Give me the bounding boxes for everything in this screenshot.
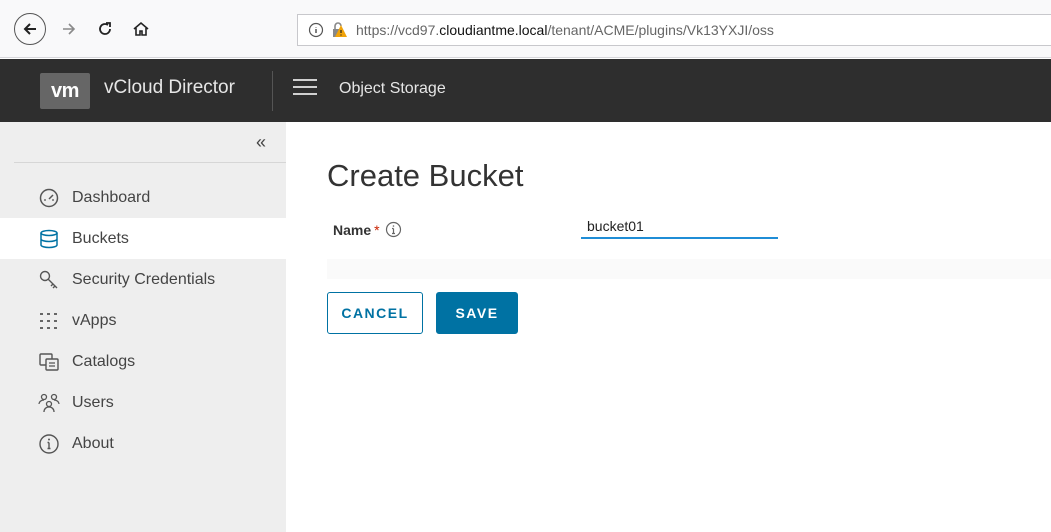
insecure-lock-icon[interactable] (330, 21, 348, 39)
back-button[interactable] (14, 13, 46, 45)
sidebar-item-dashboard[interactable]: Dashboard (0, 177, 286, 218)
app-header: vm vCloud Director Object Storage (0, 59, 1051, 122)
app-title[interactable]: vCloud Director (104, 77, 235, 99)
sidebar-item-label: Dashboard (72, 188, 151, 206)
bucket-name-input[interactable] (581, 214, 778, 239)
header-section-title: Object Storage (339, 80, 446, 97)
database-icon (38, 228, 60, 250)
url-prefix: https://vcd97. (356, 22, 440, 38)
hamburger-menu-icon[interactable] (293, 79, 317, 101)
browser-toolbar: https://vcd97.cloudiantme.local/tenant/A… (0, 0, 1051, 58)
sidebar-item-buckets[interactable]: Buckets (0, 218, 286, 259)
sidebar-item-security-credentials[interactable]: Security Credentials (0, 259, 286, 300)
header-divider (272, 71, 273, 111)
dashboard-icon (38, 187, 60, 209)
sidebar-item-label: Buckets (72, 229, 129, 247)
name-label-text: Name (333, 221, 372, 238)
info-icon[interactable] (308, 22, 324, 38)
forward-button[interactable] (56, 14, 82, 44)
url-path: /tenant/ACME/plugins/Vk13YXJI/oss (547, 22, 774, 38)
sidebar-item-vapps[interactable]: vApps (0, 300, 286, 341)
sidebar-item-catalogs[interactable]: Catalogs (0, 341, 286, 382)
sidebar-item-label: vApps (72, 311, 117, 329)
url-host: cloudiantme.local (439, 22, 548, 38)
home-icon (133, 21, 149, 36)
required-marker: * (374, 221, 380, 238)
arrow-left-icon (23, 23, 36, 35)
sidebar-item-about[interactable]: About (0, 423, 286, 464)
collapse-sidebar-icon[interactable]: « (256, 132, 266, 153)
sidebar: « Dashboard Buckets Security Credentials… (0, 122, 286, 532)
cancel-button[interactable]: CANCEL (327, 292, 423, 334)
info-icon (38, 433, 60, 455)
reload-button[interactable] (92, 14, 118, 44)
address-bar[interactable]: https://vcd97.cloudiantme.local/tenant/A… (297, 14, 1051, 46)
arrow-right-icon (63, 23, 76, 35)
form-spacer (327, 259, 1051, 279)
info-icon[interactable] (385, 221, 402, 238)
vapps-grid-icon (38, 310, 60, 332)
key-icon (38, 269, 60, 291)
name-field-label: Name * (333, 221, 402, 238)
sidebar-item-label: Catalogs (72, 352, 136, 370)
reload-icon (99, 22, 111, 35)
catalog-icon (38, 351, 60, 373)
home-button[interactable] (128, 14, 154, 44)
vmware-logo[interactable]: vm (40, 73, 90, 109)
save-button[interactable]: SAVE (436, 292, 518, 334)
users-icon (38, 392, 60, 414)
sidebar-item-label: Users (72, 393, 114, 411)
sidebar-item-label: Security Credentials (72, 270, 216, 288)
sidebar-divider (14, 162, 286, 163)
page-title: Create Bucket (327, 158, 524, 193)
url-text: https://vcd97.cloudiantme.local/tenant/A… (356, 22, 774, 38)
sidebar-item-users[interactable]: Users (0, 382, 286, 423)
sidebar-item-label: About (72, 434, 114, 452)
